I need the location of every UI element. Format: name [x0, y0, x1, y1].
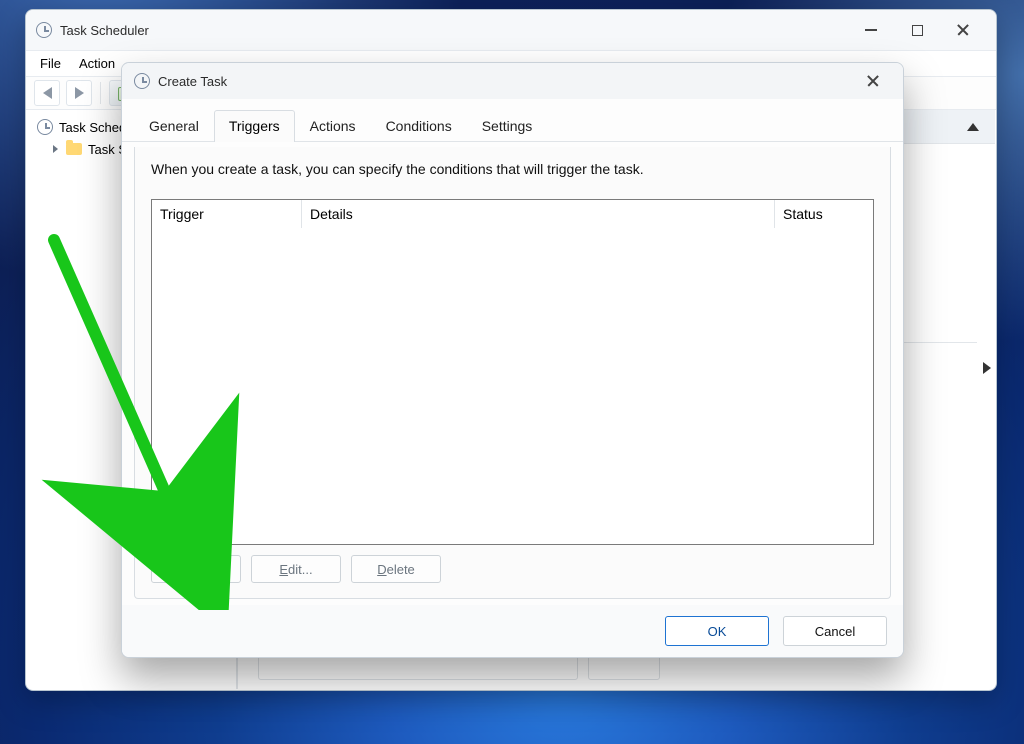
collapse-up-icon[interactable]	[967, 123, 979, 131]
dialog-titlebar: Create Task	[122, 63, 903, 99]
close-icon	[866, 74, 880, 88]
cancel-button[interactable]: Cancel	[783, 616, 887, 646]
toolbar-separator	[100, 82, 101, 104]
triggers-grid[interactable]: Trigger Details Status	[151, 199, 874, 545]
chevron-right-icon[interactable]	[983, 362, 991, 374]
close-button[interactable]	[940, 14, 986, 46]
ok-button[interactable]: OK	[665, 616, 769, 646]
triggers-tab-page: When you create a task, you can specify …	[134, 147, 891, 599]
grid-body-empty	[152, 228, 873, 544]
menu-file[interactable]: File	[40, 56, 61, 71]
dialog-close-button[interactable]	[855, 67, 891, 95]
tab-settings[interactable]: Settings	[467, 110, 548, 142]
minimize-button[interactable]	[848, 14, 894, 46]
menu-action[interactable]: Action	[79, 56, 115, 71]
edit-trigger-button[interactable]: Edit...	[251, 555, 341, 583]
nav-back-button[interactable]	[34, 80, 60, 106]
col-trigger[interactable]: Trigger	[152, 200, 302, 228]
arrow-left-icon	[43, 87, 52, 99]
col-status[interactable]: Status	[775, 200, 873, 228]
main-window-title: Task Scheduler	[60, 23, 149, 38]
tab-conditions[interactable]: Conditions	[371, 110, 467, 142]
dialog-footer: OK Cancel	[122, 605, 903, 657]
arrow-right-icon	[75, 87, 84, 99]
triggers-hint: When you create a task, you can specify …	[151, 161, 874, 177]
dialog-tabs: General Triggers Actions Conditions Sett…	[122, 99, 903, 142]
col-details[interactable]: Details	[302, 200, 775, 228]
tab-actions[interactable]: Actions	[295, 110, 371, 142]
dialog-title: Create Task	[158, 74, 227, 89]
clock-icon	[37, 119, 53, 135]
chevron-right-icon	[53, 145, 58, 153]
tab-triggers[interactable]: Triggers	[214, 110, 295, 142]
delete-trigger-button[interactable]: Delete	[351, 555, 441, 583]
clock-icon	[36, 22, 52, 38]
folder-icon	[66, 143, 82, 155]
tab-general[interactable]: General	[134, 110, 214, 142]
maximize-button[interactable]	[894, 14, 940, 46]
create-task-dialog: Create Task General Triggers Actions Con…	[121, 62, 904, 658]
clock-icon	[134, 73, 150, 89]
nav-forward-button[interactable]	[66, 80, 92, 106]
new-trigger-button[interactable]: New...	[151, 555, 241, 583]
main-titlebar: Task Scheduler	[26, 10, 996, 50]
grid-header: Trigger Details Status	[152, 200, 873, 228]
